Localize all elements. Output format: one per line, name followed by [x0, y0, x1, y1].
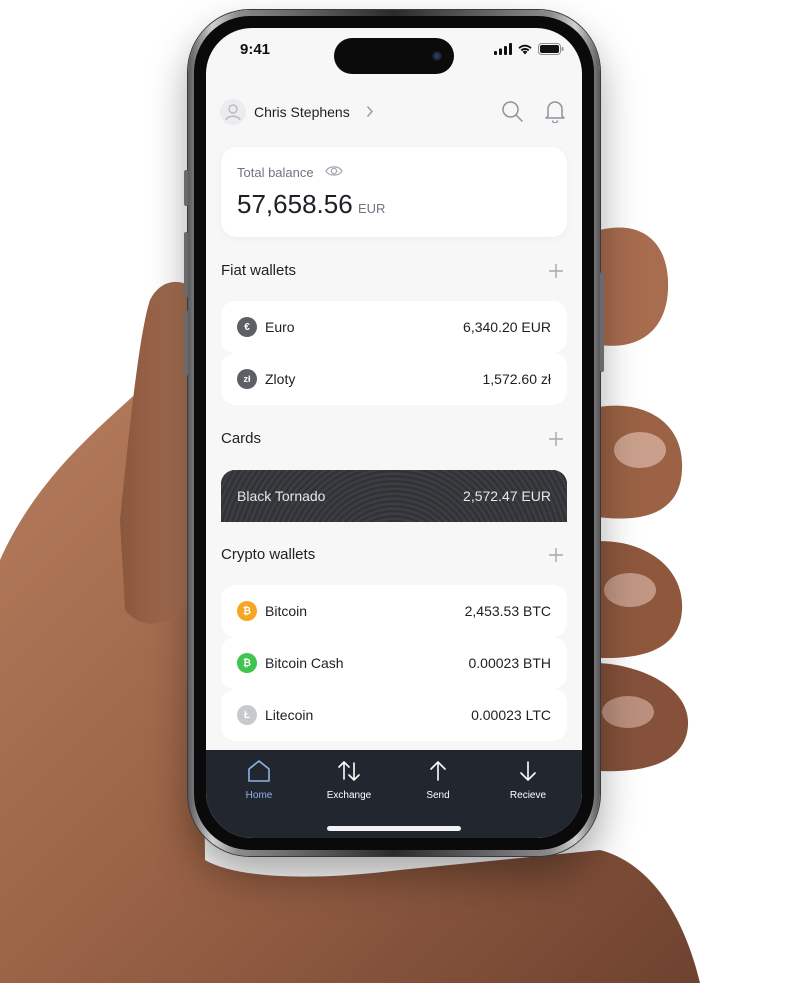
wallet-row-bitcoin-cash[interactable]: ₿ Bitcoin Cash 0.00023 BTH — [221, 637, 567, 689]
power-button — [600, 272, 604, 372]
wallet-name: Euro — [265, 319, 295, 335]
avatar[interactable] — [220, 99, 246, 125]
battery-icon — [538, 43, 564, 55]
tab-label: Home — [245, 790, 273, 801]
card-name: Black Tornado — [237, 488, 326, 504]
wifi-icon — [518, 44, 532, 55]
volume-up-button — [184, 232, 188, 298]
home-indicator[interactable] — [327, 826, 461, 831]
wallet-row-litecoin[interactable]: Ł Litecoin 0.00023 LTC — [221, 689, 567, 741]
zloty-icon: zł — [237, 369, 257, 389]
arrow-up-icon — [430, 761, 446, 781]
signal-icon — [494, 43, 512, 55]
wallet-row-euro[interactable]: € Euro 6,340.20 EUR — [221, 301, 567, 353]
dynamic-island — [334, 38, 454, 74]
wallet-name: Litecoin — [265, 707, 314, 723]
tab-home[interactable]: Home — [212, 758, 306, 808]
search-icon[interactable] — [500, 99, 524, 123]
wallet-row-zloty[interactable]: zł Zloty 1,572.60 zł — [221, 353, 567, 405]
bitcoin-icon: ₿ — [237, 601, 257, 621]
fiat-wallets-title: Fiat wallets — [221, 262, 297, 279]
card-black-tornado[interactable]: Black Tornado 2,572.47 EUR — [221, 470, 567, 522]
litecoin-icon: Ł — [237, 705, 257, 725]
tab-bar: Home Exchange Send Recieve — [206, 750, 582, 838]
user-icon — [225, 104, 241, 121]
wallet-row-bitcoin[interactable]: ₿ Bitcoin 2,453.53 BTC — [221, 585, 567, 637]
wallet-amount: 1,572.60 zł — [482, 371, 552, 387]
wallet-name: Bitcoin — [265, 603, 308, 619]
status-bar: 9:41 — [206, 28, 582, 74]
tab-label: Recieve — [509, 790, 547, 801]
status-time: 9:41 — [240, 41, 271, 58]
total-balance-amount: 57,658.56 — [237, 189, 353, 219]
bitcoin-cash-icon: ₿ — [237, 653, 257, 673]
volume-down-button — [184, 310, 188, 376]
total-balance-label: Total balance — [237, 165, 314, 180]
wallet-name: Bitcoin Cash — [265, 655, 344, 671]
tab-label: Send — [426, 790, 450, 801]
camera-icon — [432, 51, 442, 61]
wallet-name: Zloty — [265, 371, 296, 387]
chevron-right-icon[interactable] — [366, 105, 374, 118]
app-header: Chris Stephens — [220, 96, 568, 128]
arrow-down-icon — [520, 761, 536, 781]
add-crypto-wallet-icon[interactable] — [548, 547, 564, 563]
eye-icon[interactable] — [325, 164, 343, 178]
cards-title: Cards — [221, 430, 262, 447]
wallet-amount: 6,340.20 EUR — [463, 319, 551, 335]
action-button — [184, 170, 188, 206]
wallet-amount: 0.00023 LTC — [471, 707, 551, 723]
wallet-amount: 2,453.53 BTC — [464, 603, 551, 619]
tab-exchange[interactable]: Exchange — [302, 758, 396, 808]
tab-send[interactable]: Send — [391, 758, 485, 808]
home-icon — [248, 760, 270, 782]
total-balance-card: Total balance 57,658.56 EUR — [221, 147, 567, 237]
total-balance-currency: EUR — [358, 201, 386, 216]
add-fiat-wallet-icon[interactable] — [548, 263, 564, 279]
tab-label: Exchange — [326, 790, 372, 801]
user-name[interactable]: Chris Stephens — [254, 104, 350, 120]
card-amount: 2,572.47 EUR — [463, 488, 551, 504]
euro-icon: € — [237, 317, 257, 337]
exchange-icon — [338, 761, 360, 781]
status-icons — [494, 43, 564, 55]
app-screen: 9:41 Chris Stephens Total balance 57,658… — [206, 28, 582, 838]
stage: 9:41 Chris Stephens Total balance 57,658… — [0, 0, 786, 983]
add-card-icon[interactable] — [548, 431, 564, 447]
tab-recieve[interactable]: Recieve — [481, 758, 575, 808]
crypto-wallets-title: Crypto wallets — [221, 546, 316, 563]
wallet-amount: 0.00023 BTH — [468, 655, 552, 671]
bell-icon[interactable] — [544, 99, 566, 123]
